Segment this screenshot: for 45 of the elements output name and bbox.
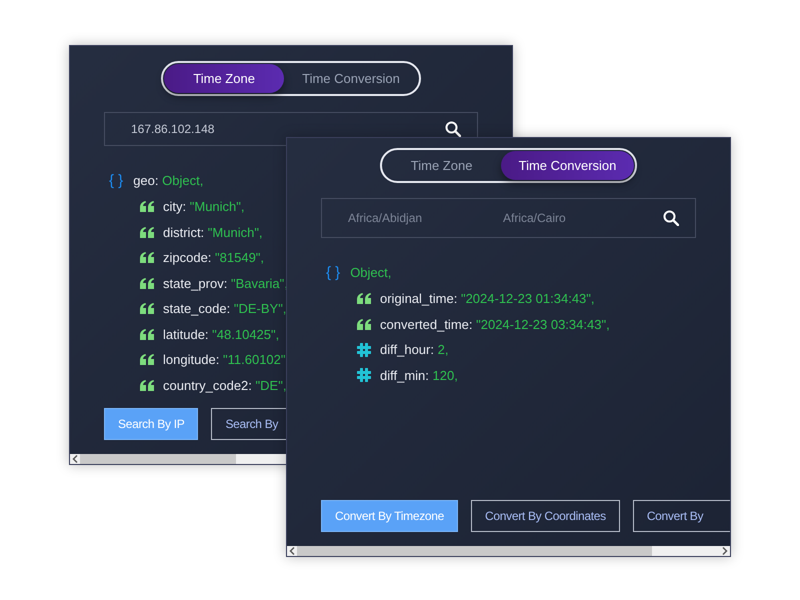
quote-icon [140,328,154,340]
search-input[interactable]: Africa/Abidjan [348,209,458,227]
scroll-right-icon[interactable] [722,547,728,555]
quote-icon [140,252,154,264]
search-field[interactable]: 167.86.102.148 [104,112,478,146]
field-entry: zipcode: "81549", [163,249,264,267]
field-entry: state_prov: "Bavaria", [163,274,288,293]
field-entry: original_time: "2024-12-23 01:34:43", [380,290,595,308]
field-entry: longitude: "11.60102" [163,351,286,369]
tab[interactable]: Time Conversion [284,64,418,93]
scroll-left-icon[interactable] [72,455,78,463]
field-entry: state_code: "DE-BY", [163,300,286,318]
scrollbar-thumb[interactable] [80,454,236,464]
quote-icon [140,278,154,289]
brace-symbol: { } [326,262,340,283]
quote-icon [357,293,371,304]
field-entry: latitude: "48.10425", [163,326,280,344]
tab[interactable]: Time Zone [164,64,284,93]
search-field[interactable]: Africa/Abidjan Africa/Cairo [321,198,696,238]
field-entry: district: "Munich", [163,224,263,242]
quote-icon [140,201,154,212]
search-icon[interactable] [663,210,679,226]
action-button[interactable]: Convert By [632,500,730,532]
scroll-left-icon[interactable] [289,547,295,555]
search-icon[interactable] [445,121,461,137]
tab[interactable]: Time Conversion [500,151,634,180]
quote-icon [140,380,154,391]
quote-icon [140,354,154,366]
action-button[interactable]: Convert By Coordinates [471,500,620,532]
field-entry: country_code2: "DE", [163,376,286,395]
quote-icon [140,303,154,314]
search-input[interactable]: 167.86.102.148 [131,120,241,138]
brace-symbol: { } [109,170,124,191]
result-root: geo: Object, [133,172,204,190]
horizontal-scrollbar[interactable] [287,546,730,556]
field-entry: city: "Munich", [163,198,244,216]
search-input[interactable]: Africa/Cairo [503,209,613,227]
field-entry: converted_time: "2024-12-23 03:34:43", [380,316,610,334]
quote-icon [357,318,371,330]
field-entry: diff_hour: 2, [380,341,448,359]
tab[interactable]: Time Zone [382,151,501,180]
result-root: Object, [350,264,392,282]
scrollbar-thumb[interactable] [297,546,652,556]
field-entry: diff_min: 120, [380,366,458,385]
quote-icon [140,226,154,238]
